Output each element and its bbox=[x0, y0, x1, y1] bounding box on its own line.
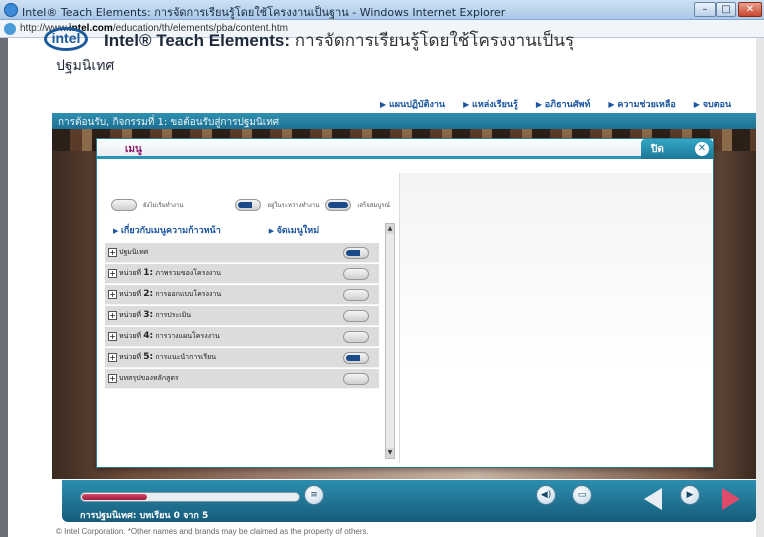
left-edge bbox=[0, 38, 8, 537]
audio-icon[interactable]: ◀) bbox=[536, 485, 556, 505]
play-icon[interactable]: ▶ bbox=[680, 485, 700, 505]
window-title: Intel® Teach Elements: การจัดการเรียนรู้… bbox=[22, 6, 506, 19]
menu-dialog: เมนู ปิด ✕ ยังไม่เริ่มทำงาน อยู่ในระหว่าง… bbox=[96, 138, 714, 468]
reset-menu-link[interactable]: จัดเมนูใหม่ bbox=[269, 223, 320, 237]
list-item[interactable]: + หน่วยที่ 1: ภาพรวมของโครงงาน bbox=[105, 264, 379, 284]
legend-not-started: ยังไม่เริ่มทำงาน bbox=[143, 202, 184, 209]
about-progress-link[interactable]: เกี่ยวกับเมนูความก้าวหน้า bbox=[113, 223, 221, 237]
content-pane bbox=[399, 173, 712, 463]
list-item-label: ปฐมนิเทศ bbox=[119, 247, 148, 258]
not-started-icon bbox=[343, 373, 369, 385]
status-legend: ยังไม่เริ่มทำงาน อยู่ในระหว่างทำงาน เสร็… bbox=[111, 199, 390, 211]
item-num: 1: bbox=[143, 268, 154, 278]
close-dialog-button[interactable]: ปิด ✕ bbox=[641, 139, 713, 159]
site-title-rest: การจัดการเรียนรู้โดยใช้โครงงานเป็นรุ bbox=[290, 31, 575, 50]
legend-completed: เสร็จสมบูรณ์ bbox=[357, 202, 390, 209]
item-label: การประเมิน bbox=[153, 311, 192, 319]
player-bar: ≡ การปฐมนิเทศ: บทเรียน 0 จาก 5 ◀) ▭ ▶ bbox=[62, 480, 756, 522]
item-prefix: ปฐมนิเทศ bbox=[119, 248, 149, 256]
item-prefix: บทสรุปของหลักสูตร bbox=[119, 374, 179, 382]
dialog-header: เมนู ปิด ✕ bbox=[97, 139, 713, 159]
expand-icon[interactable]: + bbox=[108, 269, 117, 278]
nav-glossary[interactable]: อภิธานศัพท์ bbox=[536, 97, 591, 111]
next-icon[interactable] bbox=[722, 488, 740, 510]
list-item-label: หน่วยที่ 5: การแนะนำการเรียน bbox=[119, 352, 216, 363]
close-window-button[interactable]: ✕ bbox=[738, 2, 762, 17]
expand-icon[interactable]: + bbox=[108, 332, 117, 341]
not-started-icon bbox=[343, 289, 369, 301]
list-item[interactable]: + หน่วยที่ 3: การประเมิน bbox=[105, 306, 379, 326]
maximize-button[interactable]: □ bbox=[716, 2, 736, 17]
not-started-icon bbox=[343, 331, 369, 343]
list-item-label: บทสรุปของหลักสูตร bbox=[119, 373, 179, 384]
back-icon[interactable] bbox=[644, 488, 662, 510]
expand-icon[interactable]: + bbox=[108, 248, 117, 257]
list-item[interactable]: + หน่วยที่ 4: การวางแผนโครงงาน bbox=[105, 327, 379, 347]
item-prefix: หน่วยที่ bbox=[119, 311, 144, 319]
expand-icon[interactable]: + bbox=[108, 311, 117, 320]
completed-icon bbox=[325, 199, 352, 211]
scroll-down-icon[interactable]: ▼ bbox=[386, 448, 394, 458]
item-prefix: หน่วยที่ bbox=[119, 353, 144, 361]
expand-icon[interactable]: + bbox=[108, 290, 117, 299]
in-progress-icon bbox=[235, 199, 262, 211]
nav-help[interactable]: ความช่วยเหลือ bbox=[608, 97, 675, 111]
list-item-label: หน่วยที่ 2: การออกแบบโครงงาน bbox=[119, 289, 221, 300]
nav-exit[interactable]: จบตอน bbox=[694, 97, 731, 111]
list-item[interactable]: + หน่วยที่ 2: การออกแบบโครงงาน bbox=[105, 285, 379, 305]
scroll-up-icon[interactable]: ▲ bbox=[386, 224, 394, 234]
item-prefix: หน่วยที่ bbox=[119, 332, 144, 340]
item-num: 3: bbox=[143, 310, 154, 320]
page-scrollbar[interactable] bbox=[756, 38, 764, 537]
list-item[interactable]: + หน่วยที่ 5: การแนะนำการเรียน bbox=[105, 348, 379, 368]
copyright-footer: © Intel Corporation. *Other names and br… bbox=[56, 527, 369, 536]
not-started-icon bbox=[111, 199, 137, 211]
top-nav: แผนปฏิบัติงาน แหล่งเรียนรู้ อภิธานศัพท์ … bbox=[380, 97, 731, 111]
item-label: การออกแบบโครงงาน bbox=[153, 290, 222, 298]
menu-label: เมนู bbox=[125, 144, 142, 155]
intel-logo: intel bbox=[44, 27, 88, 51]
site-title-bold: Intel® Teach Elements: bbox=[104, 31, 291, 50]
not-started-icon bbox=[343, 268, 369, 280]
menu-icon[interactable]: ≡ bbox=[304, 485, 324, 505]
captions-icon[interactable]: ▭ bbox=[572, 485, 592, 505]
lesson-label: การปฐมนิเทศ: บทเรียน 0 จาก 5 bbox=[80, 511, 209, 521]
item-num: 5: bbox=[143, 352, 154, 362]
close-icon[interactable]: ✕ bbox=[695, 142, 709, 156]
item-prefix: หน่วยที่ bbox=[119, 269, 144, 277]
section-title: ปฐมนิเทศ bbox=[56, 58, 115, 74]
legend-in-progress: อยู่ในระหว่างทำงาน bbox=[267, 202, 320, 209]
item-label: ภาพรวมของโครงงาน bbox=[153, 269, 222, 277]
in-progress-icon bbox=[343, 352, 369, 364]
ie-icon bbox=[4, 3, 18, 17]
item-label: การวางแผนโครงงาน bbox=[153, 332, 220, 340]
breadcrumb: การต้อนรับ, กิจกรรมที่ 1: ขอต้อนรับสู่กา… bbox=[52, 113, 756, 129]
list-item[interactable]: + ปฐมนิเทศ bbox=[105, 243, 379, 263]
item-num: 4: bbox=[143, 331, 154, 341]
page-icon bbox=[4, 23, 16, 35]
item-prefix: หน่วยที่ bbox=[119, 290, 144, 298]
not-started-icon bbox=[343, 310, 369, 322]
item-label: การแนะนำการเรียน bbox=[153, 353, 217, 361]
nav-plan[interactable]: แผนปฏิบัติงาน bbox=[380, 97, 445, 111]
item-num: 2: bbox=[143, 289, 154, 299]
list-item-label: หน่วยที่ 1: ภาพรวมของโครงงาน bbox=[119, 268, 221, 279]
list-scrollbar[interactable]: ▲ ▼ bbox=[385, 223, 395, 459]
site-title: Intel® Teach Elements: การจัดการเรียนรู้… bbox=[104, 27, 574, 54]
progress-fill bbox=[82, 494, 147, 500]
unit-list: + ปฐมนิเทศ + หน่วยที่ 1: ภาพรวมของโครงงาน … bbox=[105, 243, 379, 443]
list-item-label: หน่วยที่ 3: การประเมิน bbox=[119, 310, 191, 321]
minimize-button[interactable]: – bbox=[694, 2, 716, 17]
nav-resources[interactable]: แหล่งเรียนรู้ bbox=[463, 97, 518, 111]
expand-icon[interactable]: + bbox=[108, 353, 117, 362]
expand-icon[interactable]: + bbox=[108, 374, 117, 383]
dialog-links: เกี่ยวกับเมนูความก้าวหน้า จัดเมนูใหม่ bbox=[113, 223, 319, 237]
list-item-label: หน่วยที่ 4: การวางแผนโครงงาน bbox=[119, 331, 220, 342]
close-label: ปิด bbox=[651, 144, 664, 155]
window-titlebar: Intel® Teach Elements: การจัดการเรียนรู้… bbox=[0, 0, 764, 20]
in-progress-icon bbox=[343, 247, 369, 259]
progress-bar bbox=[80, 492, 300, 502]
list-item[interactable]: + บทสรุปของหลักสูตร bbox=[105, 369, 379, 389]
